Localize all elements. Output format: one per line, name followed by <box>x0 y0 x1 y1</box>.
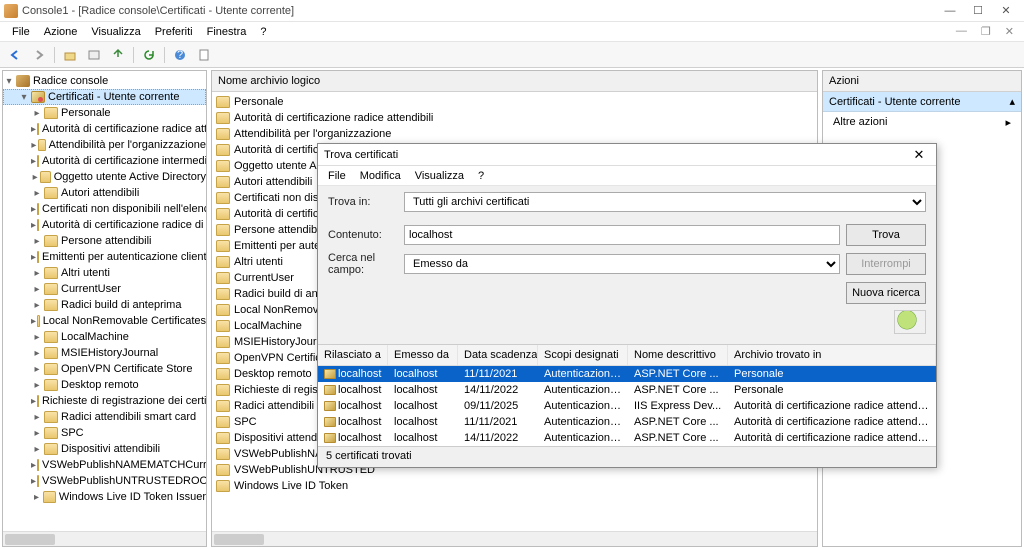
dialog-menu-file[interactable]: File <box>322 168 352 184</box>
child-restore-button[interactable]: ❐ <box>977 25 995 38</box>
properties-button[interactable] <box>193 45 215 65</box>
tree-item-22[interactable]: ▸VSWebPublishNAMEMATCHCurrentUser <box>3 457 206 473</box>
tree-pane: ▾Radice console▾Certificati - Utente cor… <box>2 70 207 547</box>
result-row-4[interactable]: localhostlocalhost14/11/2022Autenticazio… <box>318 430 936 446</box>
dialog-title: Trova certificati <box>324 149 908 161</box>
list-header[interactable]: Nome archivio logico <box>212 71 817 92</box>
tree-item-20[interactable]: ▸SPC <box>3 425 206 441</box>
result-col-3[interactable]: Scopi designati <box>538 345 628 365</box>
actions-header: Azioni <box>823 71 1021 92</box>
tree-item-4[interactable]: ▸Oggetto utente Active Directory <box>3 169 206 185</box>
tree-hscroll[interactable] <box>3 531 206 546</box>
tree-cert-root[interactable]: ▾Certificati - Utente corrente <box>3 89 206 105</box>
actions-more-label: Altre azioni <box>833 116 887 129</box>
child-minimize-button[interactable]: — <box>952 25 971 38</box>
list-item-2[interactable]: Attendibilità per l'organizzazione <box>212 126 817 142</box>
result-row-3[interactable]: localhostlocalhost11/11/2021Autenticazio… <box>318 414 936 430</box>
tree-item-17[interactable]: ▸Desktop remoto <box>3 377 206 393</box>
tree-item-18[interactable]: ▸Richieste di registrazione dei certific… <box>3 393 206 409</box>
list-hscroll[interactable] <box>212 531 817 546</box>
tree-item-21[interactable]: ▸Dispositivi attendibili <box>3 441 206 457</box>
menu-help[interactable]: ? <box>254 24 272 40</box>
tree-item-9[interactable]: ▸Emittenti per autenticazione client <box>3 249 206 265</box>
toolbar: ? <box>0 42 1024 68</box>
result-row-0[interactable]: localhostlocalhost11/11/2021Autenticazio… <box>318 366 936 382</box>
tree-item-3[interactable]: ▸Autorità di certificazione intermedie <box>3 153 206 169</box>
result-row-1[interactable]: localhostlocalhost14/11/2022Autenticazio… <box>318 382 936 398</box>
menu-visualizza[interactable]: Visualizza <box>85 24 146 40</box>
tree-item-7[interactable]: ▸Autorità di certificazione radice di te… <box>3 217 206 233</box>
help-button[interactable]: ? <box>169 45 191 65</box>
export-button[interactable] <box>107 45 129 65</box>
result-row-2[interactable]: localhostlocalhost09/11/2025Autenticazio… <box>318 398 936 414</box>
actions-context-bar[interactable]: Certificati - Utente corrente ▴ <box>823 92 1021 112</box>
forward-button[interactable] <box>28 45 50 65</box>
refresh-button[interactable] <box>138 45 160 65</box>
tree-item-24[interactable]: ▸Windows Live ID Token Issuer <box>3 489 206 505</box>
tree-item-19[interactable]: ▸Radici attendibili smart card <box>3 409 206 425</box>
tree-root[interactable]: ▾Radice console <box>3 73 206 89</box>
back-button[interactable] <box>4 45 26 65</box>
menu-azione[interactable]: Azione <box>38 24 84 40</box>
tree-item-16[interactable]: ▸OpenVPN Certificate Store <box>3 361 206 377</box>
window-title: Console1 - [Radice console\Certificati -… <box>22 5 936 17</box>
actions-context-label: Certificati - Utente corrente <box>829 96 960 108</box>
tree-item-14[interactable]: ▸LocalMachine <box>3 329 206 345</box>
tree-item-11[interactable]: ▸CurrentUser <box>3 281 206 297</box>
contenuto-label: Contenuto: <box>328 229 398 241</box>
list-item-1[interactable]: Autorità di certificazione radice attend… <box>212 110 817 126</box>
submenu-arrow-icon: ▸ <box>1005 116 1011 129</box>
svg-text:?: ? <box>177 49 183 61</box>
minimize-button[interactable]: — <box>936 2 964 20</box>
dialog-status: 5 certificati trovati <box>318 447 936 467</box>
child-close-button[interactable]: ✕ <box>1001 25 1018 38</box>
dialog-menu-help[interactable]: ? <box>472 168 490 184</box>
up-button[interactable] <box>59 45 81 65</box>
results-list: Rilasciato aEmesso daData scadenzaScopi … <box>318 344 936 447</box>
menu-finestra[interactable]: Finestra <box>201 24 253 40</box>
actions-more[interactable]: Altre azioni ▸ <box>823 112 1021 133</box>
list-item-0[interactable]: Personale <box>212 94 817 110</box>
collapse-icon: ▴ <box>1009 95 1015 108</box>
trova-button[interactable]: Trova <box>846 224 926 246</box>
tree-item-1[interactable]: ▸Autorità di certificazione radice atten… <box>3 121 206 137</box>
options-button[interactable] <box>83 45 105 65</box>
menu-file[interactable]: File <box>6 24 36 40</box>
dialog-close-button[interactable]: ✕ <box>908 147 930 163</box>
cerca-select[interactable]: Emesso da <box>404 254 840 274</box>
interrompi-button[interactable]: Interrompi <box>846 253 926 275</box>
tree-item-0[interactable]: ▸Personale <box>3 105 206 121</box>
contenuto-input[interactable] <box>404 225 840 245</box>
result-col-2[interactable]: Data scadenza <box>458 345 538 365</box>
list-item-24[interactable]: Windows Live ID Token <box>212 478 817 494</box>
search-cert-icon <box>894 310 926 334</box>
app-icon <box>4 4 18 18</box>
dialog-menubar: File Modifica Visualizza ? <box>318 166 936 186</box>
find-dialog: Trova certificati ✕ File Modifica Visual… <box>317 143 937 468</box>
nuova-button[interactable]: Nuova ricerca <box>846 282 926 304</box>
tree-item-6[interactable]: ▸Certificati non disponibili nell'elenco… <box>3 201 206 217</box>
menu-preferiti[interactable]: Preferiti <box>149 24 199 40</box>
cerca-label: Cerca nel campo: <box>328 252 398 276</box>
tree-item-10[interactable]: ▸Altri utenti <box>3 265 206 281</box>
maximize-button[interactable]: ☐ <box>964 2 992 20</box>
result-col-0[interactable]: Rilasciato a <box>318 345 388 365</box>
tree-item-23[interactable]: ▸VSWebPublishUNTRUSTEDROOTCurrentUser <box>3 473 206 489</box>
result-col-5[interactable]: Archivio trovato in <box>728 345 936 365</box>
tree-item-5[interactable]: ▸Autori attendibili <box>3 185 206 201</box>
result-col-1[interactable]: Emesso da <box>388 345 458 365</box>
tree-item-12[interactable]: ▸Radici build di anteprima <box>3 297 206 313</box>
titlebar: Console1 - [Radice console\Certificati -… <box>0 0 1024 22</box>
trovain-label: Trova in: <box>328 196 398 208</box>
tree-item-8[interactable]: ▸Persone attendibili <box>3 233 206 249</box>
tree-item-2[interactable]: ▸Attendibilità per l'organizzazione <box>3 137 206 153</box>
dialog-menu-modifica[interactable]: Modifica <box>354 168 407 184</box>
tree-item-13[interactable]: ▸Local NonRemovable Certificates <box>3 313 206 329</box>
tree-item-15[interactable]: ▸MSIEHistoryJournal <box>3 345 206 361</box>
menubar: File Azione Visualizza Preferiti Finestr… <box>0 22 1024 42</box>
result-col-4[interactable]: Nome descrittivo <box>628 345 728 365</box>
close-button[interactable]: ✕ <box>992 2 1020 20</box>
dialog-menu-visualizza[interactable]: Visualizza <box>409 168 470 184</box>
trovain-select[interactable]: Tutti gli archivi certificati <box>404 192 926 212</box>
